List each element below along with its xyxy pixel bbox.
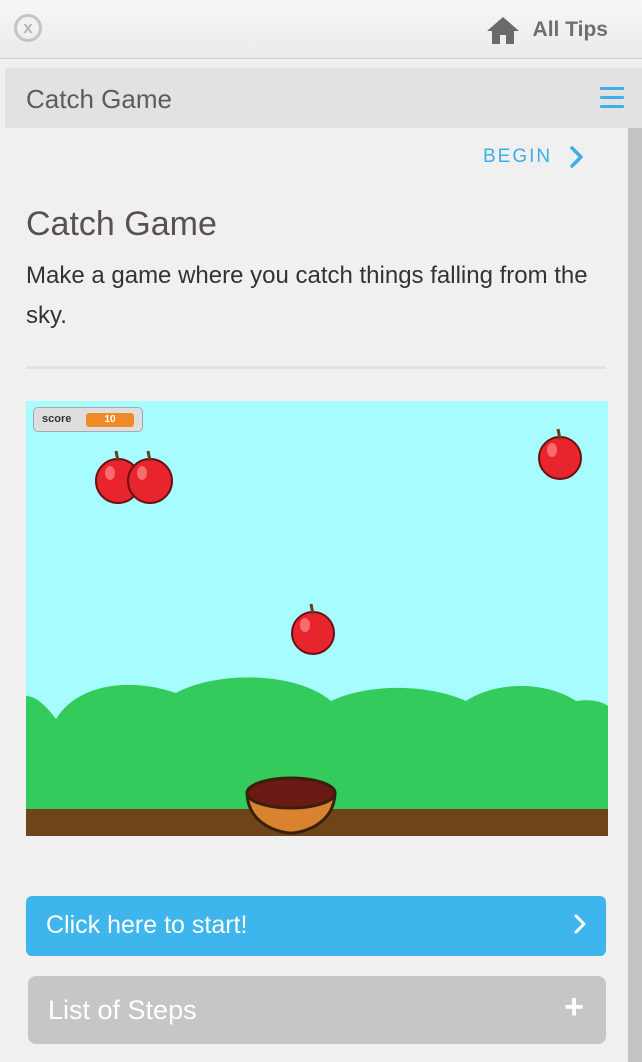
game-preview-image: score 10 [26,401,608,836]
begin-button[interactable]: BEGIN [483,146,584,168]
list-of-steps-button[interactable]: List of Steps + [28,976,606,1044]
tip-heading: Catch Game [26,205,217,243]
top-bar: x All Tips [0,0,642,59]
score-label: score [42,413,72,425]
start-button[interactable]: Click here to start! [26,896,606,956]
game-stage-illustration [26,401,608,836]
score-monitor: score 10 [33,407,143,432]
panel-title: Catch Game [26,84,172,114]
scrollbar[interactable] [628,128,642,1062]
divider [26,366,606,369]
chevron-right-icon [574,914,586,934]
hamburger-menu-icon[interactable] [600,87,624,109]
tip-description: Make a game where you catch things falli… [26,262,588,329]
list-of-steps-label: List of Steps [48,995,197,1025]
plus-icon: + [564,988,584,1026]
start-button-label: Click here to start! [46,911,248,939]
panel-header: Catch Game [5,68,642,128]
begin-label: BEGIN [483,146,553,167]
all-tips-button[interactable]: All Tips [485,14,608,46]
chevron-right-icon [570,146,583,168]
all-tips-label: All Tips [532,18,608,41]
score-value: 10 [86,413,134,427]
close-icon[interactable]: x [14,14,42,42]
home-icon [486,17,519,44]
